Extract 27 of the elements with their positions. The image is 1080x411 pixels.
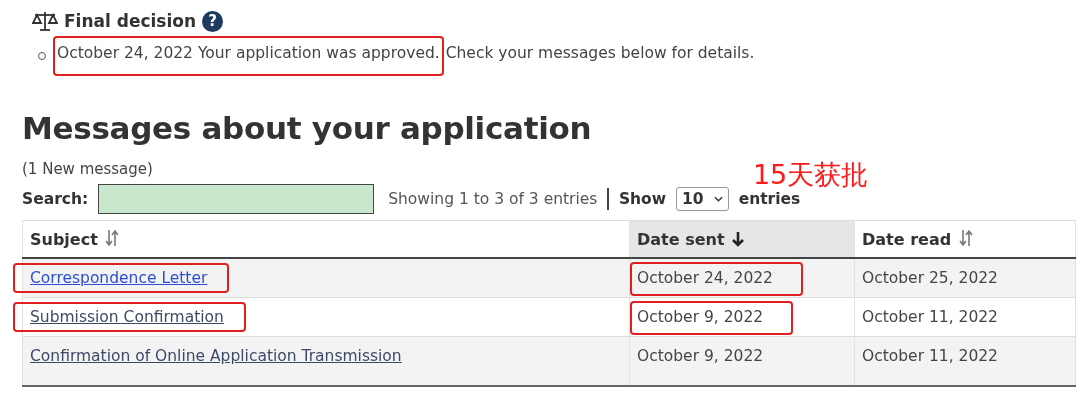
table-cell: October 25, 2022 (854, 258, 1076, 298)
sort-icon (958, 229, 973, 247)
table-cell: October 11, 2022 (854, 336, 1076, 386)
annotation-text: 15天获批 (752, 161, 869, 188)
entries-info: Showing 1 to 3 of 3 entries (388, 190, 598, 208)
decision-text: October 24, 2022 Your application was approved. (55, 38, 442, 74)
message-link[interactable]: Confirmation of Online Application Transmission (30, 347, 402, 365)
sort-icon (105, 229, 120, 247)
message-link[interactable]: Submission Confirmation (15, 304, 244, 330)
date-sent-text: October 9, 2022 (637, 347, 764, 365)
page-size-select[interactable]: 10 (676, 187, 729, 211)
search-field[interactable] (98, 184, 375, 214)
column-header[interactable]: Date sent (629, 220, 855, 258)
entries-label: entries (738, 190, 801, 208)
sort-descending-icon (732, 230, 745, 247)
new-message-count: (1 New message) (22, 160, 153, 178)
message-link[interactable]: Correspondence Letter (15, 265, 228, 291)
section-heading: Messages about your application (22, 110, 593, 146)
details-note: Check your messages below for details. (445, 44, 755, 62)
help-icon[interactable]: ? (202, 10, 224, 32)
scales-icon (32, 10, 58, 32)
search-label: Search: (22, 190, 89, 208)
date-sent-text: October 24, 2022 (632, 264, 801, 294)
date-sent-text: October 9, 2022 (632, 303, 792, 333)
show-label: Show (618, 190, 667, 208)
chevron-icon (713, 196, 723, 202)
section-title: Final decision (64, 11, 197, 31)
